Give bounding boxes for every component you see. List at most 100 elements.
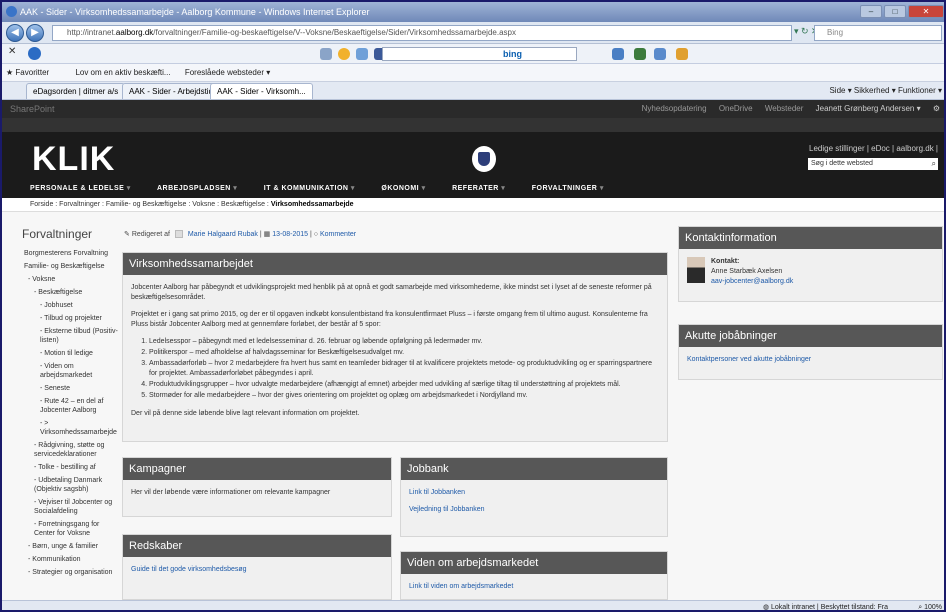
comment-icon: ○ <box>313 231 318 238</box>
jobbank-title: Jobbank <box>401 458 667 480</box>
viden-link[interactable]: Link til viden om arbejdsmarkedet <box>409 582 659 592</box>
kontakt-email[interactable]: aav-jobcenter@aalborg.dk <box>711 277 934 287</box>
nav-referater[interactable]: REFERATER <box>452 185 505 192</box>
address-bar: ◀ ▶ http://intranet.aalborg.dk/forvaltni… <box>2 22 944 44</box>
step-item: Ledelsesspor – påbegyndt med et ledelses… <box>149 337 659 347</box>
article-body: Jobcenter Aalborg har påbegyndt et udvik… <box>123 275 667 434</box>
leftnav-item[interactable]: - Voksne <box>22 275 118 284</box>
jobaabninger-title: Akutte jobåbninger <box>679 325 942 347</box>
contact-photo <box>687 257 705 283</box>
site-header: KLIK Ledige stillinger | eDoc | aalborg.… <box>2 132 944 198</box>
calendar-icon: ▦ <box>263 231 271 238</box>
main-article-panel: Virksomhedssamarbejdet Jobcenter Aalborg… <box>122 252 668 442</box>
kontakt-body: Kontakt: Anne Starbæk Axelsen aav-jobcen… <box>679 249 942 295</box>
toolbar-addon-icon[interactable] <box>612 48 624 60</box>
site-search-placeholder: Søg i dette websted <box>811 160 873 167</box>
tab-edagsorden[interactable]: eDagsorden | ditmer a/s <box>26 83 126 99</box>
leftnav-item[interactable]: - Vejviser til Jobcenter og Socialafdeli… <box>22 498 118 516</box>
nav-personale[interactable]: PERSONALE & LEDELSE <box>30 185 131 192</box>
toolbar-addon-icon[interactable] <box>356 48 368 60</box>
toolbar-addon-icon[interactable] <box>338 48 350 60</box>
forward-button[interactable]: ▶ <box>26 24 44 42</box>
zoom-level[interactable]: ⌕ 100% <box>918 601 942 610</box>
command-bar[interactable]: Side ▾ Sikkerhed ▾ Funktioner ▾ <box>829 82 942 100</box>
edited-by-label: Redigeret af <box>131 231 170 238</box>
jobaabninger-panel: Akutte jobåbninger Kontaktpersoner ved a… <box>678 324 943 380</box>
toolbar-addon-icon[interactable] <box>676 48 688 60</box>
leftnav-item[interactable]: - Eksterne tilbud (Positiv-listen) <box>22 327 118 345</box>
sharepoint-brand[interactable]: SharePoint <box>10 104 55 114</box>
suite-link-onedrive[interactable]: OneDrive <box>719 104 753 113</box>
leftnav-item[interactable]: - Strategier og organisation <box>22 568 118 577</box>
toolbar-addon-icon[interactable] <box>634 48 646 60</box>
leftnav-item[interactable]: - Seneste <box>22 384 118 393</box>
leftnav-item[interactable]: - Udbetaling Danmark (Objektiv sagsbh) <box>22 476 118 494</box>
leftnav-item[interactable]: - Forretningsgang for Center for Voksne <box>22 520 118 538</box>
leftnav-item[interactable]: - Motion til ledige <box>22 349 118 358</box>
site-logo[interactable]: KLIK <box>32 140 115 179</box>
nav-it[interactable]: IT & KOMMUNIKATION <box>264 185 355 192</box>
favorites-button[interactable]: ★ Favoritter <box>6 68 61 77</box>
kampagner-title: Kampagner <box>123 458 391 480</box>
suite-link-sites[interactable]: Websteder <box>765 104 804 113</box>
like-icon[interactable] <box>654 48 666 60</box>
leftnav-item[interactable]: - Rådgivning, støtte og servicedeklarati… <box>22 441 118 459</box>
close-window-button[interactable]: ✕ <box>908 5 944 18</box>
leftnav-item[interactable]: Familie- og Beskæftigelse <box>22 262 118 271</box>
leftnav-item[interactable]: - Børn, unge & familier <box>22 542 118 551</box>
nav-arbejdspladsen[interactable]: ARBEJDSPLADSEN <box>157 185 237 192</box>
bing-search-box[interactable]: bing <box>382 47 577 61</box>
leftnav-item[interactable]: - Beskæftigelse <box>22 288 118 297</box>
viden-body: Link til viden om arbejdsmarkedet <box>401 574 667 600</box>
favorites-bar: ★ Favoritter Lov om en aktiv beskæfti...… <box>2 64 944 82</box>
nav-oekonomi[interactable]: ØKONOMI <box>381 185 425 192</box>
viden-title: Viden om arbejdsmarkedet <box>401 552 667 574</box>
global-nav: PERSONALE & LEDELSE ARBEJDSPLADSEN IT & … <box>30 184 628 192</box>
step-item: Ambassadørforløb – hvor 2 medarbejdere f… <box>149 359 659 379</box>
favorites-link[interactable]: Lov om en aktiv beskæfti... <box>75 68 170 77</box>
browser-home-icon[interactable] <box>28 47 41 60</box>
leftnav-item[interactable]: - Rute 42 – en del af Jobcenter Aalborg <box>22 397 118 415</box>
left-navigation: Forvaltninger Borgmesterens Forvaltning F… <box>22 228 118 581</box>
jobbank-link[interactable]: Link til Jobbanken <box>409 488 659 498</box>
settings-gear-icon[interactable]: ⚙ <box>933 104 940 113</box>
jobaabninger-body: Kontaktpersoner ved akutte jobåbninger <box>679 347 942 380</box>
nav-forvaltninger[interactable]: FORVALTNINGER <box>532 185 604 192</box>
site-search-input[interactable]: Søg i dette websted ⌕ <box>808 158 938 170</box>
url-field[interactable]: http://intranet.aalborg.dk/forvaltninger… <box>52 25 792 41</box>
user-menu[interactable]: Jeanett Grønberg Andersen ▾ <box>816 104 921 113</box>
leftnav-item[interactable]: Borgmesterens Forvaltning <box>22 249 118 258</box>
jobaabninger-link[interactable]: Kontaktpersoner ved akutte jobåbninger <box>687 355 934 365</box>
leftnav-item[interactable]: - > Virksomhedssamarbejde <box>22 419 118 437</box>
redskaber-title: Redskaber <box>123 535 391 557</box>
toolbar-addon-icon[interactable] <box>320 48 332 60</box>
suggested-sites-link[interactable]: Foreslåede websteder ▾ <box>185 68 270 77</box>
leftnav-item[interactable]: - Viden om arbejdsmarkedet <box>22 362 118 380</box>
leftnav-item[interactable]: - Kommunikation <box>22 555 118 564</box>
article-paragraph: Der vil på denne side løbende blive lagt… <box>131 410 360 417</box>
close-toolbar-icon[interactable]: ✕ <box>8 46 16 57</box>
breadcrumb-path[interactable]: Forside : Forvaltninger : Familie- og Be… <box>30 201 271 208</box>
leftnav-item[interactable]: - Jobhuset <box>22 301 118 310</box>
article-title: Virksomhedssamarbejdet <box>123 253 667 275</box>
maximize-button[interactable]: □ <box>884 5 906 18</box>
search-icon[interactable]: ⌕ <box>932 158 936 170</box>
minimize-button[interactable]: – <box>860 5 882 18</box>
top-links[interactable]: Ledige stillinger | eDoc | aalborg.dk | <box>809 144 938 153</box>
redskaber-body: Guide til det gode virksomhedsbesøg <box>123 557 391 590</box>
leftnav-item[interactable]: - Tilbud og projekter <box>22 314 118 323</box>
redskaber-link[interactable]: Guide til det gode virksomhedsbesøg <box>131 565 383 575</box>
tab-virksomhedssamarbejde[interactable]: AAK - Sider - Virksomh... <box>210 83 313 99</box>
suite-link-newsfeed[interactable]: Nyhedsopdatering <box>642 104 707 113</box>
page-content: Forvaltninger Borgmesterens Forvaltning F… <box>2 212 944 600</box>
author-link[interactable]: Marie Halgaard Rubak <box>188 231 258 238</box>
tab-bar: eDagsorden | ditmer a/s AAK - Sider - Ar… <box>2 82 944 100</box>
security-zone: ◍ Lokalt intranet | Beskyttet tilstand: … <box>763 601 888 610</box>
jobbank-guide-link[interactable]: Vejledning til Jobbanken <box>409 505 659 515</box>
leftnav-item[interactable]: - Tolke - bestilling af <box>22 463 118 472</box>
back-button[interactable]: ◀ <box>6 24 24 42</box>
browser-search-field[interactable]: Bing <box>814 25 942 41</box>
kontakt-panel: Kontaktinformation Kontakt: Anne Starbæk… <box>678 226 943 302</box>
comment-link[interactable]: Kommenter <box>320 231 356 238</box>
leftnav-list: Borgmesterens Forvaltning Familie- og Bes… <box>22 249 118 577</box>
